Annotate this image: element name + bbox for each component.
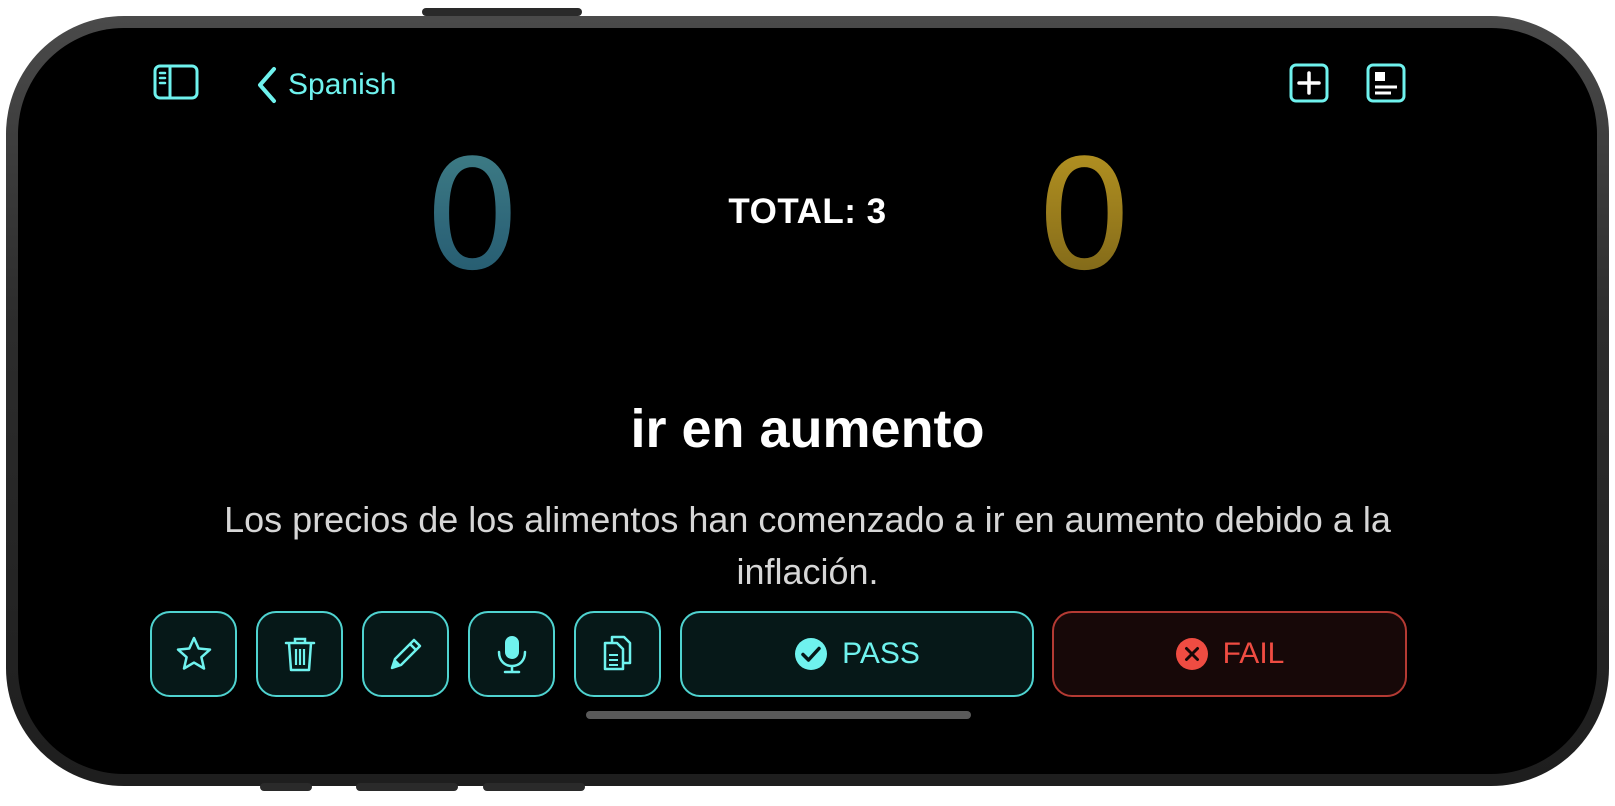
back-button[interactable]: Spanish [256,63,396,107]
fail-score: 0 [1036,127,1133,304]
volume-up-button [356,783,458,791]
edit-button[interactable] [362,611,449,697]
copy-icon [603,635,631,671]
back-button-label: Spanish [288,68,397,101]
microphone-icon [497,636,526,674]
app-screen: Spanish 0 TOTAL: 3 0 ir en aumento Los p… [18,28,1597,774]
note-icon [1366,63,1406,103]
star-icon [176,636,211,670]
card-term: ir en aumento [630,399,985,459]
checkmark-circle-icon [795,638,828,670]
sidebar-icon [153,64,199,100]
chevron-left-icon [258,67,276,103]
volume-down-button [483,783,585,791]
trash-icon [284,637,315,672]
fail-button-label: FAIL [1222,637,1285,670]
home-indicator[interactable] [586,711,971,719]
total-count: TOTAL: 3 [728,192,887,231]
fail-button[interactable]: FAIL [1052,611,1407,697]
delete-button[interactable] [256,611,343,697]
pass-button[interactable]: PASS [680,611,1034,697]
volume-button-action [260,783,312,791]
favorite-button[interactable] [150,611,237,697]
notes-button[interactable] [1365,62,1407,104]
copy-button[interactable] [574,611,661,697]
card-example-sentence: Los precios de los alimentos han comenza… [224,499,1391,592]
add-card-button[interactable] [1288,62,1330,104]
power-button [422,8,582,16]
plus-square-icon [1289,63,1329,103]
pencil-icon [390,638,421,670]
x-circle-icon [1175,638,1208,670]
record-audio-button[interactable] [468,611,555,697]
pass-button-label: PASS [842,637,920,670]
sidebar-toggle-button[interactable] [152,62,200,102]
